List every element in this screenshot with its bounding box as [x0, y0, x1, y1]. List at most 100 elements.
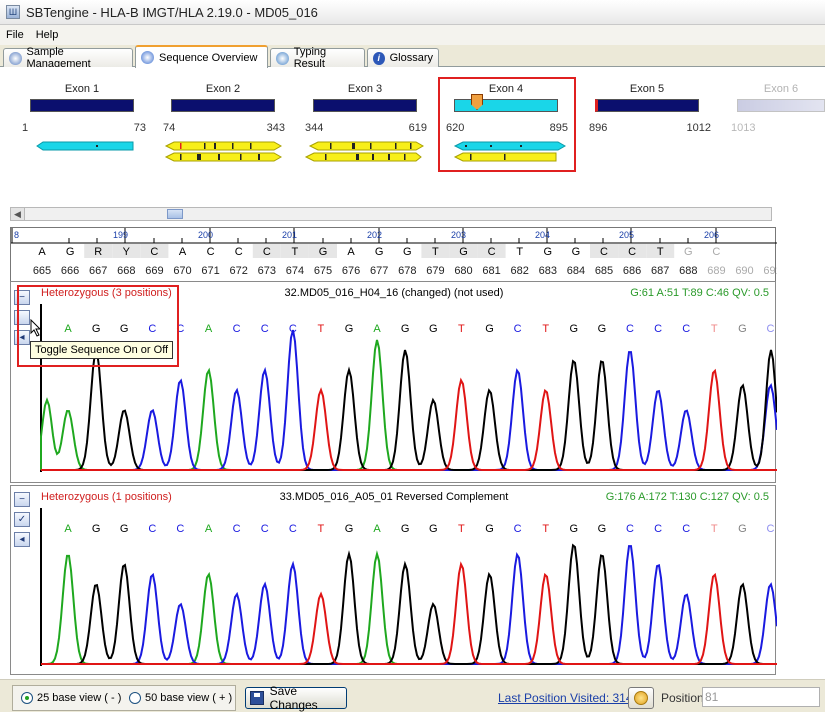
codon-number: 203 — [451, 230, 466, 240]
ruler-base: C — [207, 246, 215, 258]
called-base: T — [458, 323, 465, 335]
view-mode-group: 25 base view ( - ) 50 base view ( + ) — [12, 685, 236, 711]
sequence-icon — [141, 51, 154, 64]
called-base: C — [261, 323, 269, 335]
tab-sequence-overview[interactable]: Sequence Overview — [135, 45, 268, 68]
exon-bar[interactable] — [30, 99, 134, 112]
ruler-base: C — [712, 246, 720, 258]
called-base: C — [148, 523, 156, 535]
ruler-position: 675 — [314, 265, 332, 277]
trace-c — [41, 545, 777, 665]
save-changes-button[interactable]: Save Changes — [245, 684, 347, 712]
radio-dot[interactable] — [21, 692, 33, 704]
tab-sample-management[interactable]: Sample Management — [3, 46, 133, 70]
ruler-position: 670 — [173, 265, 191, 277]
horizontal-scrollbar[interactable]: ◀ — [10, 207, 772, 221]
title-bar: Ш SBTengine - HLA-B IMGT/HLA 2.19.0 - MD… — [0, 0, 825, 25]
ruler-position: 687 — [651, 265, 669, 277]
codon-number: 200 — [198, 230, 213, 240]
called-base: A — [205, 323, 213, 335]
sequence-ruler: 8 199 200 201 202 203 204 205 206 A G R Y C A C C C T G A G G T… — [10, 227, 782, 281]
radio-label: 25 base view ( - ) — [37, 692, 122, 704]
view-25-radio[interactable]: 25 base view ( - ) — [21, 692, 121, 704]
called-base: A — [373, 323, 381, 335]
trace-g — [41, 543, 777, 665]
ruler-base: C — [488, 246, 496, 258]
ruler-position: 671 — [201, 265, 219, 277]
tab-strip: Sample Management Sequence Overview Typi… — [0, 45, 825, 70]
ruler-position: 689 — [707, 265, 725, 277]
called-base: G — [401, 523, 410, 535]
scroll-left-button[interactable]: ◀ — [11, 208, 25, 220]
save-disk-icon — [250, 691, 264, 705]
ruler-base: G — [459, 246, 468, 258]
tab-typing-result[interactable]: Typing Result — [270, 46, 365, 70]
called-base: C — [654, 323, 662, 335]
typing-icon — [276, 51, 289, 65]
called-base: C — [233, 523, 241, 535]
menu-file[interactable]: File — [0, 29, 30, 41]
ruler-base: C — [263, 246, 271, 258]
called-base: C — [289, 523, 297, 535]
radio-dot[interactable] — [129, 692, 141, 704]
called-base: C — [176, 523, 184, 535]
ruler-base: T — [432, 246, 439, 258]
last-position-link[interactable]: Last Position Visited: 314 — [498, 691, 633, 705]
called-base: G — [345, 523, 354, 535]
tooltip: Toggle Sequence On or Off — [30, 341, 174, 359]
exon-start: 1013 — [731, 122, 756, 134]
exon-3-reads — [304, 141, 425, 162]
ruler-position: 665 — [33, 265, 51, 277]
ruler-base: C — [628, 246, 636, 258]
called-base: G — [429, 523, 438, 535]
exon-bar[interactable] — [313, 99, 417, 112]
called-base: T — [711, 523, 718, 535]
ruler-base: G — [403, 246, 412, 258]
ruler-position: 678 — [398, 265, 416, 277]
exon-bar[interactable] — [737, 99, 825, 112]
called-base: A — [64, 523, 72, 535]
called-base: G — [401, 323, 410, 335]
exon-start: 344 — [305, 122, 324, 134]
called-base: C — [626, 523, 634, 535]
exon-start: 896 — [589, 122, 608, 134]
ruler-base: A — [38, 246, 46, 258]
called-base: A — [205, 523, 213, 535]
called-base: T — [318, 323, 325, 335]
called-base: C — [626, 323, 634, 335]
ruler-base: G — [375, 246, 384, 258]
called-base: T — [458, 523, 465, 535]
ruler-graphic: 8 199 200 201 202 203 204 205 206 A G R Y C A C C C T G A G G T… — [11, 228, 782, 277]
menu-help[interactable]: Help — [30, 29, 65, 41]
position-input[interactable]: 81 — [702, 687, 820, 707]
ruler-base: G — [572, 246, 581, 258]
ruler-position: 690 — [735, 265, 753, 277]
called-base: C — [261, 523, 269, 535]
exon-end: 619 — [408, 122, 427, 134]
go-to-position-button[interactable] — [628, 687, 654, 709]
exon-label: Exon 1 — [64, 83, 100, 95]
codon-number: 206 — [704, 230, 719, 240]
tab-glossary[interactable]: i Glossary — [367, 48, 439, 67]
called-base: G — [485, 323, 494, 335]
ruler-position: 666 — [61, 265, 79, 277]
called-base: G — [570, 323, 579, 335]
exon-label: Exon 3 — [347, 83, 383, 95]
tab-label: Glossary — [389, 52, 433, 64]
exon-4-reads — [453, 141, 567, 162]
trace-a — [41, 550, 777, 665]
app-icon: Ш — [6, 5, 20, 19]
exon-bar[interactable] — [171, 99, 275, 112]
view-50-radio[interactable]: 50 base view ( + ) — [129, 692, 232, 704]
exon-label: Exon 6 — [763, 83, 799, 95]
ruler-base: C — [235, 246, 243, 258]
ruler-position: 677 — [370, 265, 388, 277]
called-base: C — [682, 323, 690, 335]
called-base: C — [682, 523, 690, 535]
called-base: C — [514, 523, 522, 535]
status-bar: 25 base view ( - ) 50 base view ( + ) Sa… — [0, 679, 825, 712]
scroll-thumb[interactable] — [167, 209, 183, 219]
exon-2-reads — [164, 141, 283, 162]
exon-bar[interactable] — [595, 99, 699, 112]
read-coverage-arrows — [36, 141, 567, 162]
